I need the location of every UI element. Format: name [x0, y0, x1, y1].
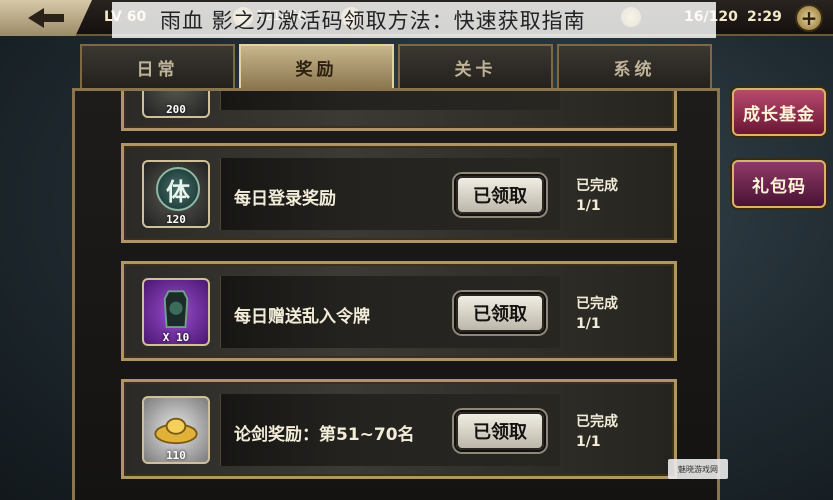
tab-daily[interactable]: 日常: [80, 44, 235, 88]
claimed-button[interactable]: 已领取: [454, 292, 546, 334]
tab-rewards[interactable]: 奖励: [239, 44, 394, 88]
claimed-button[interactable]: 已领取: [454, 410, 546, 452]
status-text: 已完成: [576, 414, 618, 430]
clock-time: 2:29: [747, 9, 782, 25]
status-progress: 1/1: [576, 434, 601, 450]
reward-quantity: 200: [166, 103, 186, 116]
gift-code-button[interactable]: 礼包码: [732, 160, 826, 208]
reward-item-icon: X 10: [142, 278, 210, 346]
reward-description: 每日登录奖励: [234, 189, 336, 209]
tab-stages[interactable]: 关卡: [398, 44, 553, 88]
status-progress: 1/1: [576, 316, 601, 332]
reward-quantity: 120: [166, 213, 186, 226]
description-bar: [220, 91, 560, 110]
plus-icon: +: [800, 6, 818, 30]
reward-quantity: 110: [166, 449, 186, 462]
back-arrow-icon: [28, 8, 64, 28]
reward-row: 200: [121, 91, 677, 131]
category-tabs: 日常 奖励 关卡 系统: [80, 44, 712, 88]
overlay-title: 雨血 影之刃激活码领取方法：快速获取指南: [112, 2, 716, 38]
reward-row: X 10 每日赠送乱入令牌 已领取 已完成 1/1: [121, 261, 677, 361]
reward-list[interactable]: 200 体 120 每日登录奖励 已领取 已完成 1/1 X 10 每日赠送乱入…: [72, 88, 720, 500]
reward-row: 体 120 每日登录奖励 已领取 已完成 1/1: [121, 143, 677, 243]
back-button[interactable]: [0, 0, 92, 36]
add-energy-button[interactable]: +: [795, 4, 823, 32]
reward-item-icon: 体 120: [142, 160, 210, 228]
tab-system[interactable]: 系统: [557, 44, 712, 88]
completion-status: 已完成 1/1: [576, 294, 618, 334]
reward-description: 每日赠送乱入令牌: [234, 307, 370, 327]
reward-quantity: X 10: [162, 331, 190, 344]
reward-item-icon: 200: [142, 91, 210, 118]
completion-status: 已完成 1/1: [576, 412, 618, 452]
watermark: 魅晓游戏网: [668, 459, 728, 479]
growth-fund-button[interactable]: 成长基金: [732, 88, 826, 136]
completion-status: 已完成 1/1: [576, 176, 618, 216]
stamina-icon: 体: [156, 167, 200, 211]
status-text: 已完成: [576, 178, 618, 194]
reward-item-icon: 110: [142, 396, 210, 464]
status-progress: 1/1: [576, 198, 601, 214]
reward-row: 110 论剑奖励：第51~70名 已领取 已完成 1/1: [121, 379, 677, 479]
claimed-button[interactable]: 已领取: [454, 174, 546, 216]
status-text: 已完成: [576, 296, 618, 312]
reward-description: 论剑奖励：第51~70名: [234, 425, 415, 445]
